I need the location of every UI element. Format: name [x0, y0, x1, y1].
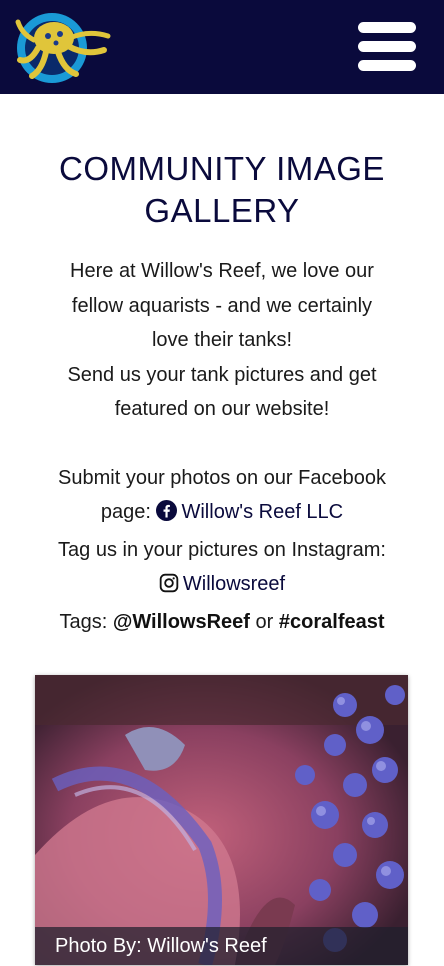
menu-bar	[358, 41, 416, 52]
intro-line: fellow aquarists - and we certainly	[71, 294, 373, 317]
intro-line: featured on our website!	[114, 398, 330, 420]
tag-coralfeast: #coralfeast	[278, 610, 385, 633]
hamburger-menu-icon[interactable]	[358, 22, 416, 72]
title-line: GALLERY	[144, 192, 300, 229]
instagram-icon	[159, 570, 179, 605]
menu-bar	[358, 60, 416, 71]
tags-line: Tags: @WillowsReef or #coralfeast	[18, 605, 426, 640]
facebook-link[interactable]: Willow's Reef LLC	[181, 501, 343, 523]
intro-line: Here at Willow's Reef, we love our	[70, 260, 374, 282]
tags-prefix: Tags:	[59, 610, 108, 633]
instagram-link[interactable]: Willowsreef	[183, 573, 285, 595]
tag-willowsreef: @WillowsReef	[112, 610, 250, 633]
instagram-line: Tag us in your pictures on Instagram:	[58, 538, 386, 561]
intro-text: Here at Willow's Reef, we love our fello…	[18, 254, 426, 639]
gallery-image[interactable]: Photo By: Willow's Reef	[35, 675, 408, 965]
menu-bar	[358, 22, 416, 33]
title-line: COMMUNITY IMAGE	[59, 150, 385, 187]
main-content: COMMUNITY IMAGE GALLERY Here at Willow's…	[0, 148, 444, 639]
page-title: COMMUNITY IMAGE GALLERY	[18, 148, 426, 232]
coral-photo	[35, 675, 408, 965]
intro-line: Send us your tank pictures and get	[67, 363, 377, 386]
octopus-logo-icon[interactable]	[12, 8, 112, 86]
tags-or: or	[255, 610, 274, 633]
facebook-icon	[156, 498, 178, 533]
instagram-link-line: Willowsreef	[18, 567, 426, 605]
photo-caption: Photo By: Willow's Reef	[35, 927, 408, 965]
site-header	[0, 0, 444, 94]
facebook-prefix: page:	[100, 501, 151, 523]
intro-line: love their tanks!	[151, 329, 293, 351]
facebook-line: Submit your photos on our Facebook	[58, 466, 386, 489]
facebook-link-line: page: Willow's Reef LLC	[18, 495, 426, 533]
